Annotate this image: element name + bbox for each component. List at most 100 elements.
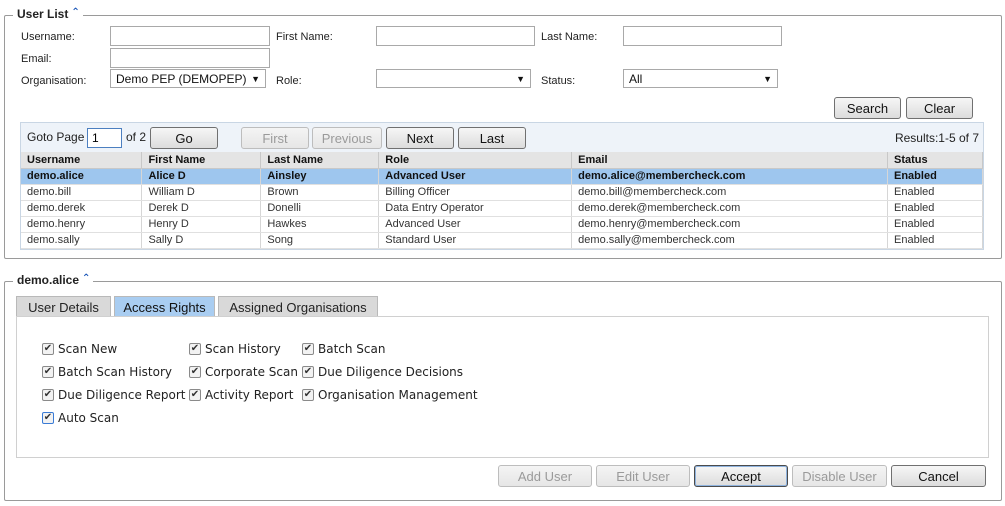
user-detail-title: demo.alice: [17, 273, 80, 287]
checkbox-checked-icon: ✔: [189, 389, 201, 401]
checkbox-organisation-management[interactable]: ✔ Organisation Management: [302, 388, 478, 402]
checkbox-label: Auto Scan: [58, 411, 119, 425]
checkbox-due-diligence-report[interactable]: ✔ Due Diligence Report: [42, 388, 185, 402]
cell-email: demo.bill@membercheck.com: [571, 184, 888, 201]
cell-username: demo.henry: [21, 216, 143, 233]
table-row[interactable]: demo.henry Henry D Hawkes Advanced User …: [21, 216, 983, 233]
first-page-button[interactable]: First: [241, 127, 309, 149]
checkbox-scan-new[interactable]: ✔ Scan New: [42, 342, 117, 356]
checkbox-corporate-scan[interactable]: ✔ Corporate Scan: [189, 365, 298, 379]
user-list-title: User List: [17, 7, 69, 21]
cell-role: Advanced User: [378, 216, 573, 233]
cell-status: Enabled: [887, 168, 983, 185]
checkbox-checked-icon: ✔: [42, 412, 54, 424]
user-list-legend: User List ⌃: [13, 7, 83, 21]
cell-first-name: Alice D: [141, 168, 262, 185]
status-select-value: All: [629, 71, 643, 86]
checkbox-activity-report[interactable]: ✔ Activity Report: [189, 388, 293, 402]
column-header-email[interactable]: Email: [571, 152, 888, 169]
column-header-last-name[interactable]: Last Name: [260, 152, 380, 169]
checkbox-label: Batch Scan: [318, 342, 386, 356]
checkbox-checked-icon: ✔: [302, 343, 314, 355]
column-header-first-name[interactable]: First Name: [141, 152, 262, 169]
checkbox-label: Scan History: [205, 342, 281, 356]
cell-status: Enabled: [887, 200, 983, 217]
first-name-label: First Name:: [276, 31, 333, 43]
checkbox-checked-icon: ✔: [42, 343, 54, 355]
accept-button[interactable]: Accept: [694, 465, 788, 487]
cell-role: Advanced User: [378, 168, 573, 185]
cell-username: demo.bill: [21, 184, 143, 201]
table-row[interactable]: demo.alice Alice D Ainsley Advanced User…: [21, 168, 983, 185]
checkbox-batch-scan-history[interactable]: ✔ Batch Scan History: [42, 365, 172, 379]
table-header-row: Username First Name Last Name Role Email…: [21, 152, 983, 169]
edit-user-button[interactable]: Edit User: [596, 465, 690, 487]
page-number-input[interactable]: [87, 128, 122, 148]
column-header-username[interactable]: Username: [21, 152, 143, 169]
access-rights-panel: [16, 316, 989, 458]
checkbox-label: Batch Scan History: [58, 365, 172, 379]
double-chevron-up-icon[interactable]: ⌃: [82, 274, 90, 284]
column-header-status[interactable]: Status: [887, 152, 983, 169]
checkbox-label: Corporate Scan: [205, 365, 298, 379]
cell-last-name: Ainsley: [260, 168, 380, 185]
organisation-select[interactable]: Demo PEP (DEMOPEP) ▼: [110, 69, 266, 88]
table-row[interactable]: demo.derek Derek D Donelli Data Entry Op…: [21, 200, 983, 217]
cell-last-name: Hawkes: [260, 216, 380, 233]
last-name-input[interactable]: [623, 26, 782, 46]
email-label: Email:: [21, 53, 52, 65]
cell-first-name: Henry D: [141, 216, 262, 233]
tab-access-rights[interactable]: Access Rights: [114, 296, 215, 317]
cell-username: demo.alice: [21, 168, 143, 185]
checkbox-checked-icon: ✔: [302, 366, 314, 378]
user-detail-legend: demo.alice ⌃: [13, 273, 94, 287]
first-name-input[interactable]: [376, 26, 535, 46]
user-table: Username First Name Last Name Role Email…: [21, 152, 983, 249]
tab-user-details[interactable]: User Details: [16, 296, 111, 317]
double-chevron-up-icon[interactable]: ⌃: [71, 8, 79, 18]
email-input[interactable]: [110, 48, 270, 68]
goto-page-label: Goto Page: [27, 130, 85, 144]
cell-email: demo.sally@membercheck.com: [571, 232, 888, 249]
checkbox-batch-scan[interactable]: ✔ Batch Scan: [302, 342, 385, 356]
cell-last-name: Brown: [260, 184, 380, 201]
cell-email: demo.alice@membercheck.com: [571, 168, 888, 185]
clear-button[interactable]: Clear: [906, 97, 973, 119]
tab-assigned-organisations[interactable]: Assigned Organisations: [218, 296, 378, 317]
checkbox-checked-icon: ✔: [42, 366, 54, 378]
cell-status: Enabled: [887, 216, 983, 233]
checkbox-label: Organisation Management: [318, 388, 478, 402]
cell-first-name: William D: [141, 184, 262, 201]
role-select[interactable]: ▼: [376, 69, 531, 88]
status-select[interactable]: All ▼: [623, 69, 778, 88]
table-row[interactable]: demo.bill William D Brown Billing Office…: [21, 184, 983, 201]
add-user-button[interactable]: Add User: [498, 465, 592, 487]
cell-first-name: Sally D: [141, 232, 262, 249]
go-button[interactable]: Go: [150, 127, 218, 149]
cancel-button[interactable]: Cancel: [891, 465, 986, 487]
status-label: Status:: [541, 75, 576, 87]
next-page-button[interactable]: Next: [386, 127, 454, 149]
checkbox-auto-scan[interactable]: ✔ Auto Scan: [42, 411, 119, 425]
dropdown-arrow-icon: ▼: [763, 73, 772, 84]
checkbox-checked-icon: ✔: [302, 389, 314, 401]
table-row[interactable]: demo.sally Sally D Song Standard User de…: [21, 232, 983, 249]
disable-user-button[interactable]: Disable User: [792, 465, 887, 487]
dropdown-arrow-icon: ▼: [516, 73, 525, 84]
checkbox-scan-history[interactable]: ✔ Scan History: [189, 342, 281, 356]
results-count: Results:1-5 of 7: [894, 131, 979, 145]
search-button[interactable]: Search: [834, 97, 901, 119]
page-count-label: of 2: [126, 130, 147, 144]
dropdown-arrow-icon: ▼: [251, 73, 260, 84]
organisation-select-value: Demo PEP (DEMOPEP): [116, 71, 247, 86]
column-header-role[interactable]: Role: [378, 152, 573, 169]
checkbox-label: Due Diligence Report: [58, 388, 186, 402]
username-input[interactable]: [110, 26, 270, 46]
checkbox-checked-icon: ✔: [42, 389, 54, 401]
last-page-button[interactable]: Last: [458, 127, 526, 149]
checkbox-due-diligence-decisions[interactable]: ✔ Due Diligence Decisions: [302, 365, 463, 379]
previous-page-button[interactable]: Previous: [312, 127, 382, 149]
checkbox-label: Due Diligence Decisions: [318, 365, 464, 379]
cell-first-name: Derek D: [141, 200, 262, 217]
cell-username: demo.derek: [21, 200, 143, 217]
